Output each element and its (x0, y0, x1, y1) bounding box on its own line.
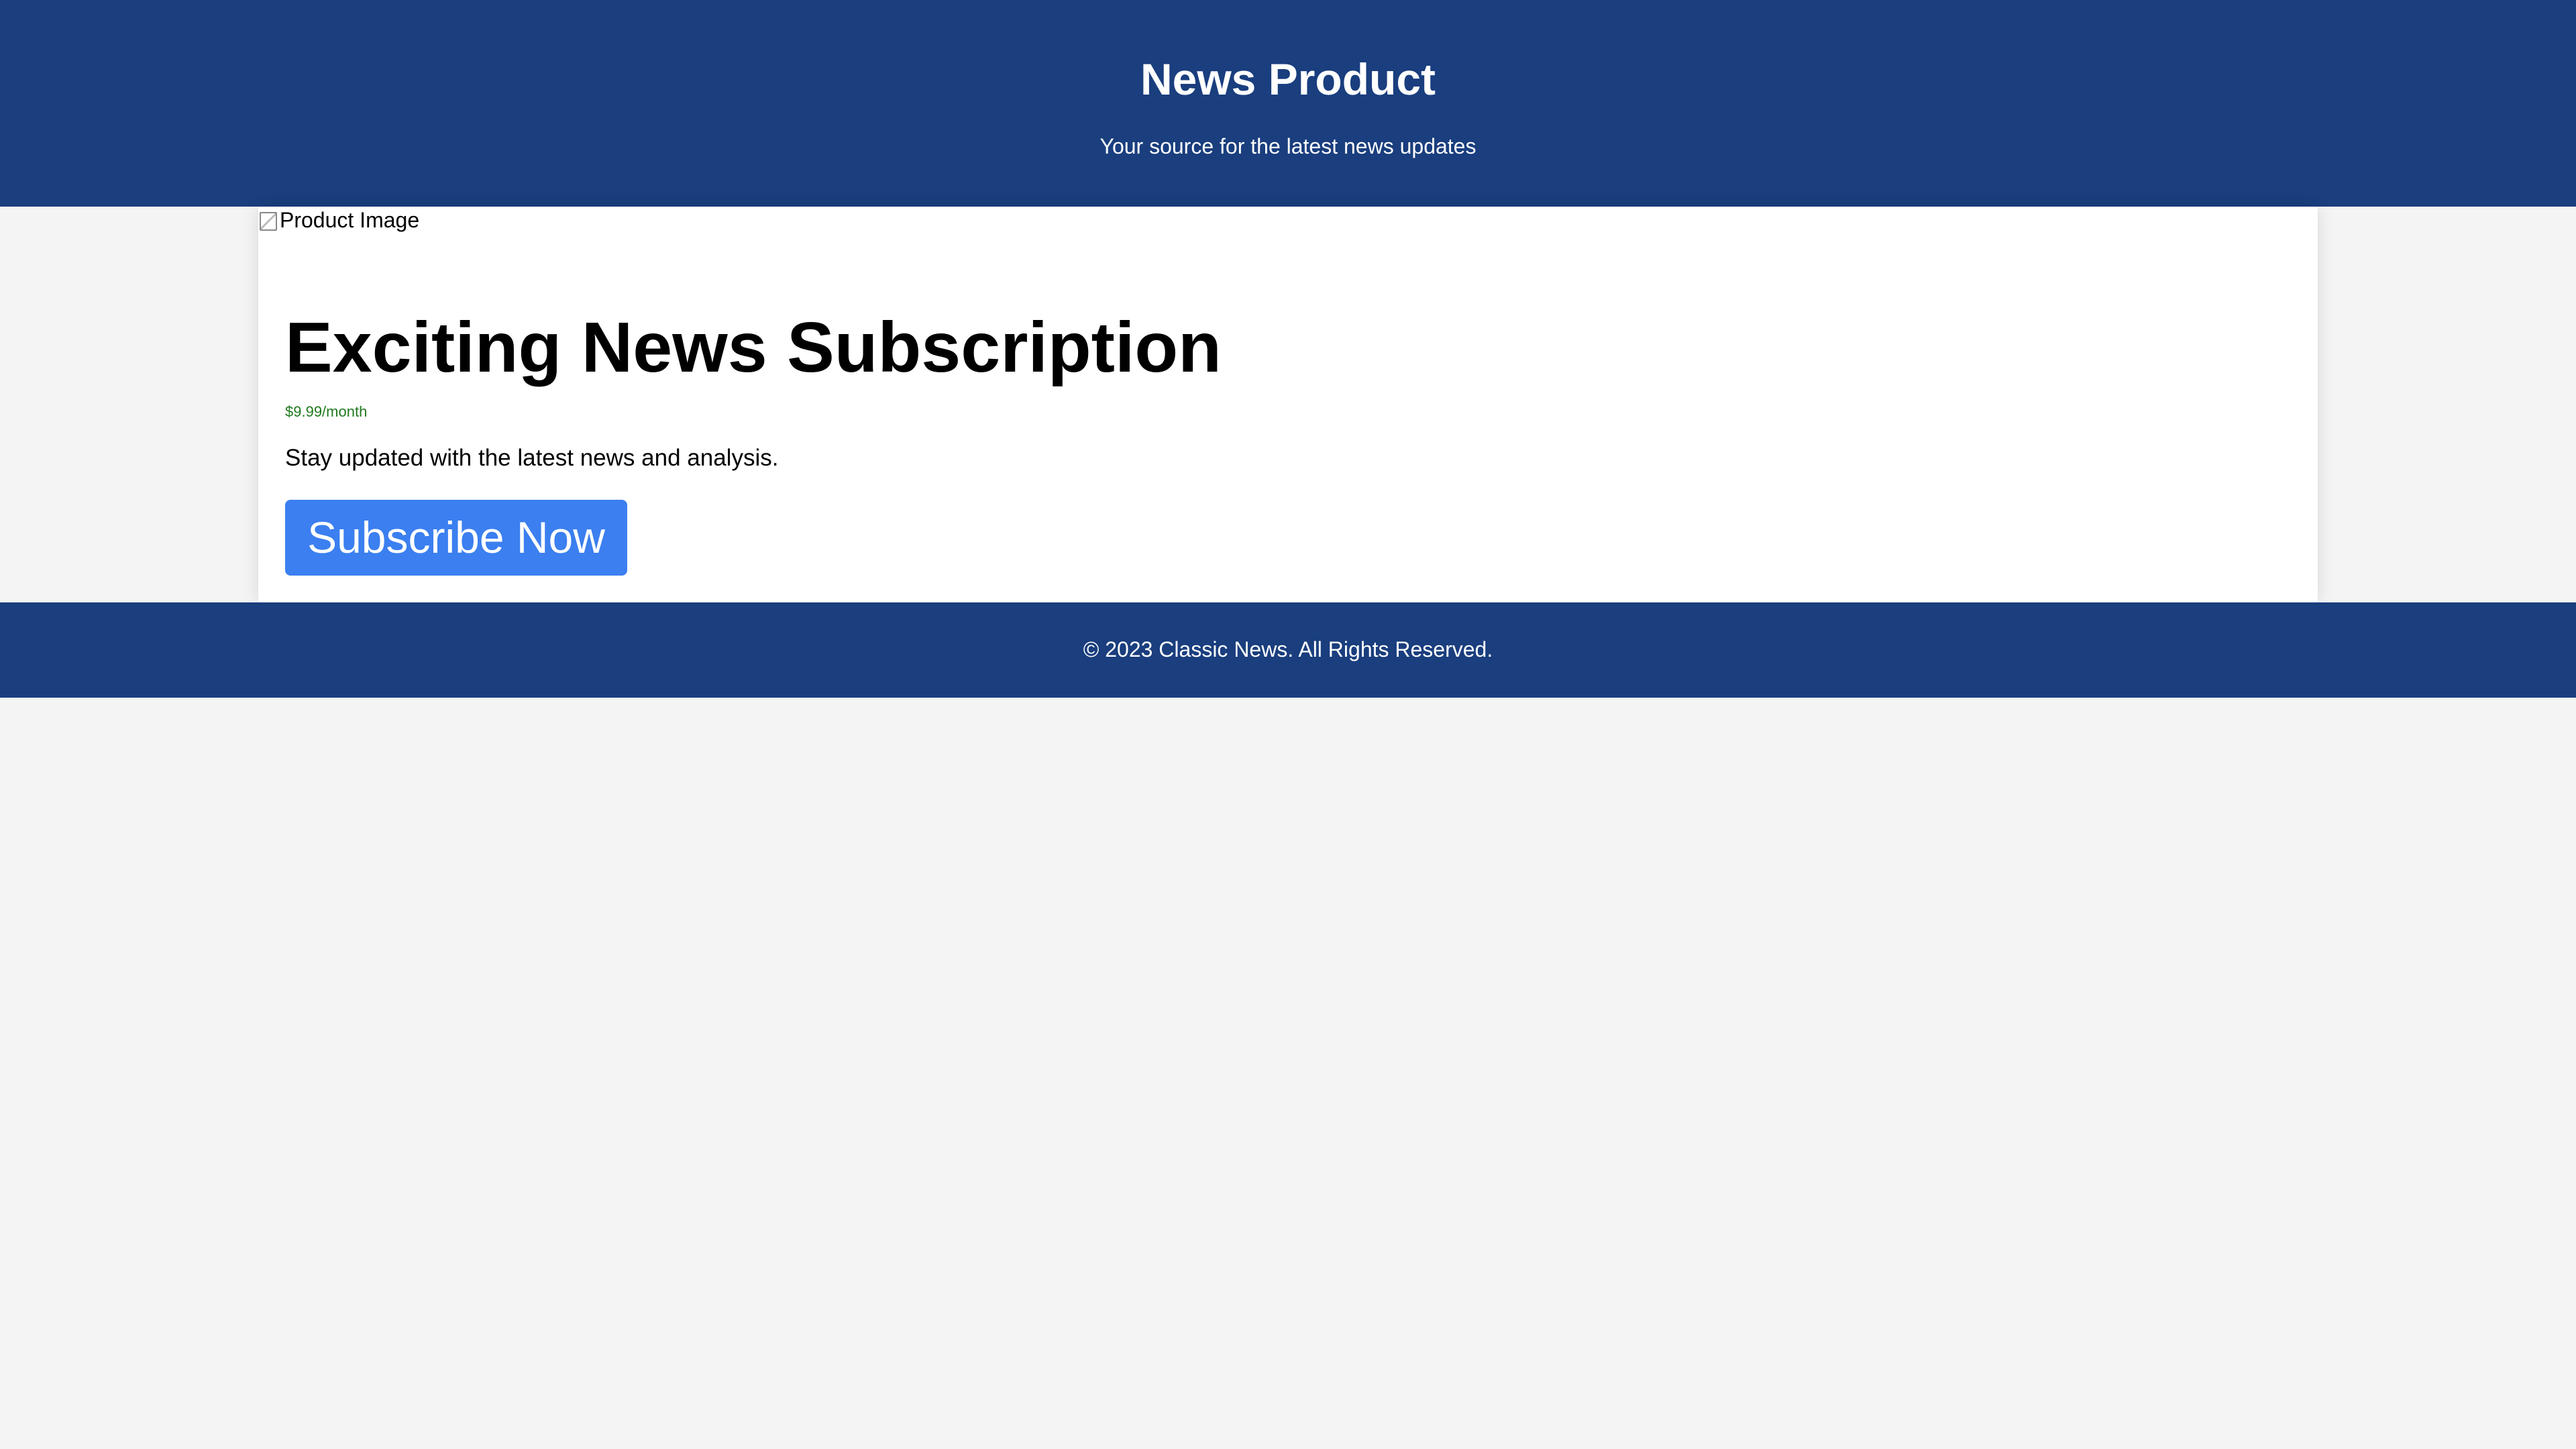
site-footer: © 2023 Classic News. All Rights Reserved… (0, 602, 2576, 698)
product-description: Stay updated with the latest news and an… (285, 445, 779, 471)
product-price: $9.99/month (285, 403, 368, 420)
site-tagline: Your source for the latest news updates (1099, 134, 1477, 158)
subscribe-button[interactable]: Subscribe Now (285, 500, 627, 576)
broken-image-icon (258, 210, 277, 231)
product-image-alt-text: Product Image (280, 208, 420, 232)
product-image: Product Image (258, 207, 419, 233)
footer-copyright: © 2023 Classic News. All Rights Reserved… (1083, 637, 1493, 661)
site-header: News Product Your source for the latest … (0, 0, 2576, 207)
page-title: News Product (1140, 54, 1436, 104)
product-title: Exciting News Subscription (285, 308, 1222, 387)
product-card: Product Image Exciting News Subscription… (258, 207, 2318, 602)
